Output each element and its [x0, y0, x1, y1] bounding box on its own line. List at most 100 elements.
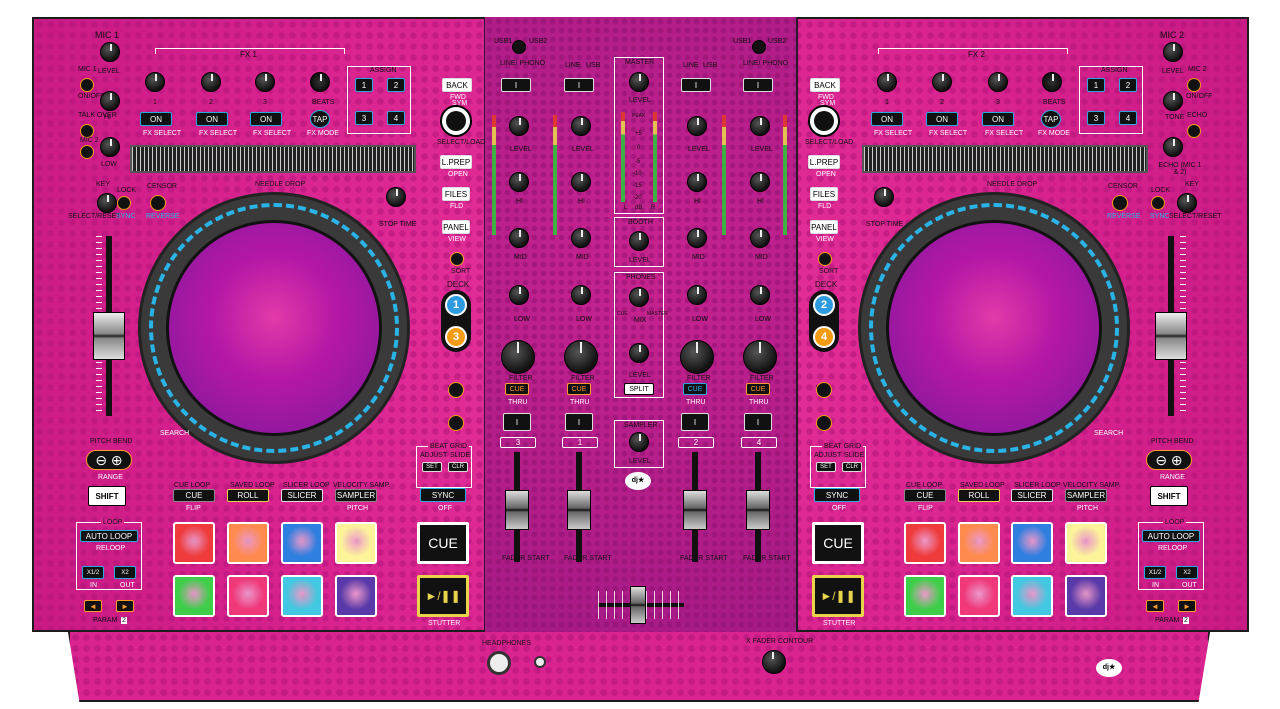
key2-knob[interactable]: [1177, 193, 1197, 213]
headphone-jack-large[interactable]: [487, 651, 511, 675]
usb-switch-r[interactable]: [752, 40, 766, 54]
cue-button[interactable]: CUE: [417, 522, 469, 564]
filter-knob-ch3[interactable]: [501, 340, 535, 374]
hi-knob-ch2[interactable]: [687, 172, 707, 192]
assign2-1-button[interactable]: 1: [1087, 78, 1105, 92]
channel-fader-ch1[interactable]: [567, 490, 591, 530]
level-knob-ch4[interactable]: [750, 116, 770, 136]
perf-pad-6[interactable]: [227, 575, 269, 617]
filter-knob-ch2[interactable]: [680, 340, 714, 374]
clr2-button[interactable]: CLR: [842, 462, 862, 472]
back-button[interactable]: BACK: [442, 78, 472, 92]
pitch-bend-buttons[interactable]: ⊖ ⊕: [86, 450, 132, 470]
perf2-pad-4[interactable]: [1065, 522, 1107, 564]
fx2-knob-2[interactable]: [932, 72, 952, 92]
perf2-pad-3[interactable]: [1011, 522, 1053, 564]
slicer-mode-button[interactable]: SLICER: [281, 489, 323, 502]
deck-3-button[interactable]: 3: [445, 326, 467, 348]
loop2-half-button[interactable]: X1/2: [1144, 566, 1166, 579]
channel-fader-ch3[interactable]: [505, 490, 529, 530]
set-button[interactable]: SET: [422, 462, 442, 472]
fx2-on-button-2[interactable]: ON: [926, 112, 958, 126]
crossfader[interactable]: [630, 586, 646, 624]
perf2-pad-6[interactable]: [958, 575, 1000, 617]
shift2-button[interactable]: SHIFT: [1150, 486, 1188, 506]
fx2-on-button-3[interactable]: ON: [982, 112, 1014, 126]
fx2-on-button-1[interactable]: ON: [871, 112, 903, 126]
crossfader-assign-ch2[interactable]: I: [681, 413, 709, 431]
deck-4-button[interactable]: 4: [813, 326, 835, 348]
perf-pad-8[interactable]: [335, 575, 377, 617]
needle-drop-strip[interactable]: [130, 145, 416, 173]
mid-knob-ch1[interactable]: [571, 228, 591, 248]
cue-button-ch2[interactable]: CUE: [683, 383, 707, 395]
phones-mix-knob[interactable]: [629, 287, 649, 307]
param2-right-button[interactable]: ►: [1178, 600, 1196, 612]
browse2-encoder[interactable]: [808, 105, 840, 137]
mic2-onoff-button-r[interactable]: [1187, 78, 1201, 92]
fx-on-button-3[interactable]: ON: [250, 112, 282, 126]
level-knob-ch1[interactable]: [571, 116, 591, 136]
censor2-button[interactable]: [1112, 195, 1128, 211]
mic2-level-knob[interactable]: [1163, 42, 1183, 62]
mic-onoff-button[interactable]: [80, 78, 94, 92]
stop-time2-knob[interactable]: [874, 187, 894, 207]
filter-knob-ch4[interactable]: [743, 340, 777, 374]
assign2-3-button[interactable]: 3: [1087, 111, 1105, 125]
cue2-button[interactable]: CUE: [812, 522, 864, 564]
mic-level-knob[interactable]: [100, 42, 120, 62]
perf-pad-1[interactable]: [173, 522, 215, 564]
crossfader-assign-ch4[interactable]: I: [744, 413, 772, 431]
perf2-pad-1[interactable]: [904, 522, 946, 564]
panel-button[interactable]: PANEL: [442, 220, 470, 234]
shift-button[interactable]: SHIFT: [88, 486, 126, 506]
mid-knob-ch2[interactable]: [687, 228, 707, 248]
needle-drop-strip-r[interactable]: [862, 145, 1148, 173]
back2-button[interactable]: BACK: [810, 78, 840, 92]
auto-loop2-button[interactable]: AUTO LOOP: [1142, 530, 1200, 542]
fx-knob-2[interactable]: [201, 72, 221, 92]
slicer2-mode-button[interactable]: SLICER: [1011, 489, 1053, 502]
perf-pad-5[interactable]: [173, 575, 215, 617]
pitch-fader[interactable]: [93, 312, 125, 360]
sync-button[interactable]: SYNC: [420, 488, 466, 502]
channel-fader-ch2[interactable]: [683, 490, 707, 530]
low-knob-ch3[interactable]: [509, 285, 529, 305]
browse-encoder[interactable]: [440, 105, 472, 137]
key-knob[interactable]: [97, 193, 117, 213]
usb-switch[interactable]: [512, 40, 526, 54]
input-select-ch1[interactable]: I: [564, 78, 594, 92]
split-button[interactable]: SPLIT: [624, 383, 654, 395]
deck-2-button[interactable]: 2: [813, 294, 835, 316]
sort2-button[interactable]: [818, 252, 832, 266]
sampler2-mode-button[interactable]: SAMPLER: [1065, 489, 1107, 502]
perf-pad-2[interactable]: [227, 522, 269, 564]
play2-pause-button[interactable]: ►/❚❚: [812, 575, 864, 617]
mic-low-knob[interactable]: [100, 137, 120, 157]
cue-mode-button[interactable]: CUE: [173, 489, 215, 502]
assign-4-button[interactable]: 4: [387, 111, 405, 125]
auto-loop-button[interactable]: AUTO LOOP: [80, 530, 138, 542]
fx-on-button-2[interactable]: ON: [196, 112, 228, 126]
channel-fader-ch4[interactable]: [746, 490, 770, 530]
hi-knob-ch4[interactable]: [750, 172, 770, 192]
level-knob-ch3[interactable]: [509, 116, 529, 136]
assign-2-button[interactable]: 2: [387, 78, 405, 92]
assign-1-button[interactable]: 1: [355, 78, 373, 92]
phones-level-knob[interactable]: [629, 343, 649, 363]
perf-pad-7[interactable]: [281, 575, 323, 617]
fx-knob-3[interactable]: [255, 72, 275, 92]
stop-time-knob[interactable]: [386, 187, 406, 207]
low-knob-ch4[interactable]: [750, 285, 770, 305]
assign2-4-button[interactable]: 4: [1119, 111, 1137, 125]
perf2-pad-7[interactable]: [1011, 575, 1053, 617]
talkover-button[interactable]: [80, 124, 94, 138]
panel2-button[interactable]: PANEL: [810, 220, 838, 234]
mic2-echo-knob[interactable]: [1163, 137, 1183, 157]
jog-wheel-right[interactable]: [858, 192, 1130, 464]
fx-knob-1[interactable]: [145, 72, 165, 92]
cue2-mode-button[interactable]: CUE: [904, 489, 946, 502]
beats2-knob[interactable]: [1042, 72, 1062, 92]
loop2-double-button[interactable]: X2: [1176, 566, 1198, 579]
perf-pad-3[interactable]: [281, 522, 323, 564]
